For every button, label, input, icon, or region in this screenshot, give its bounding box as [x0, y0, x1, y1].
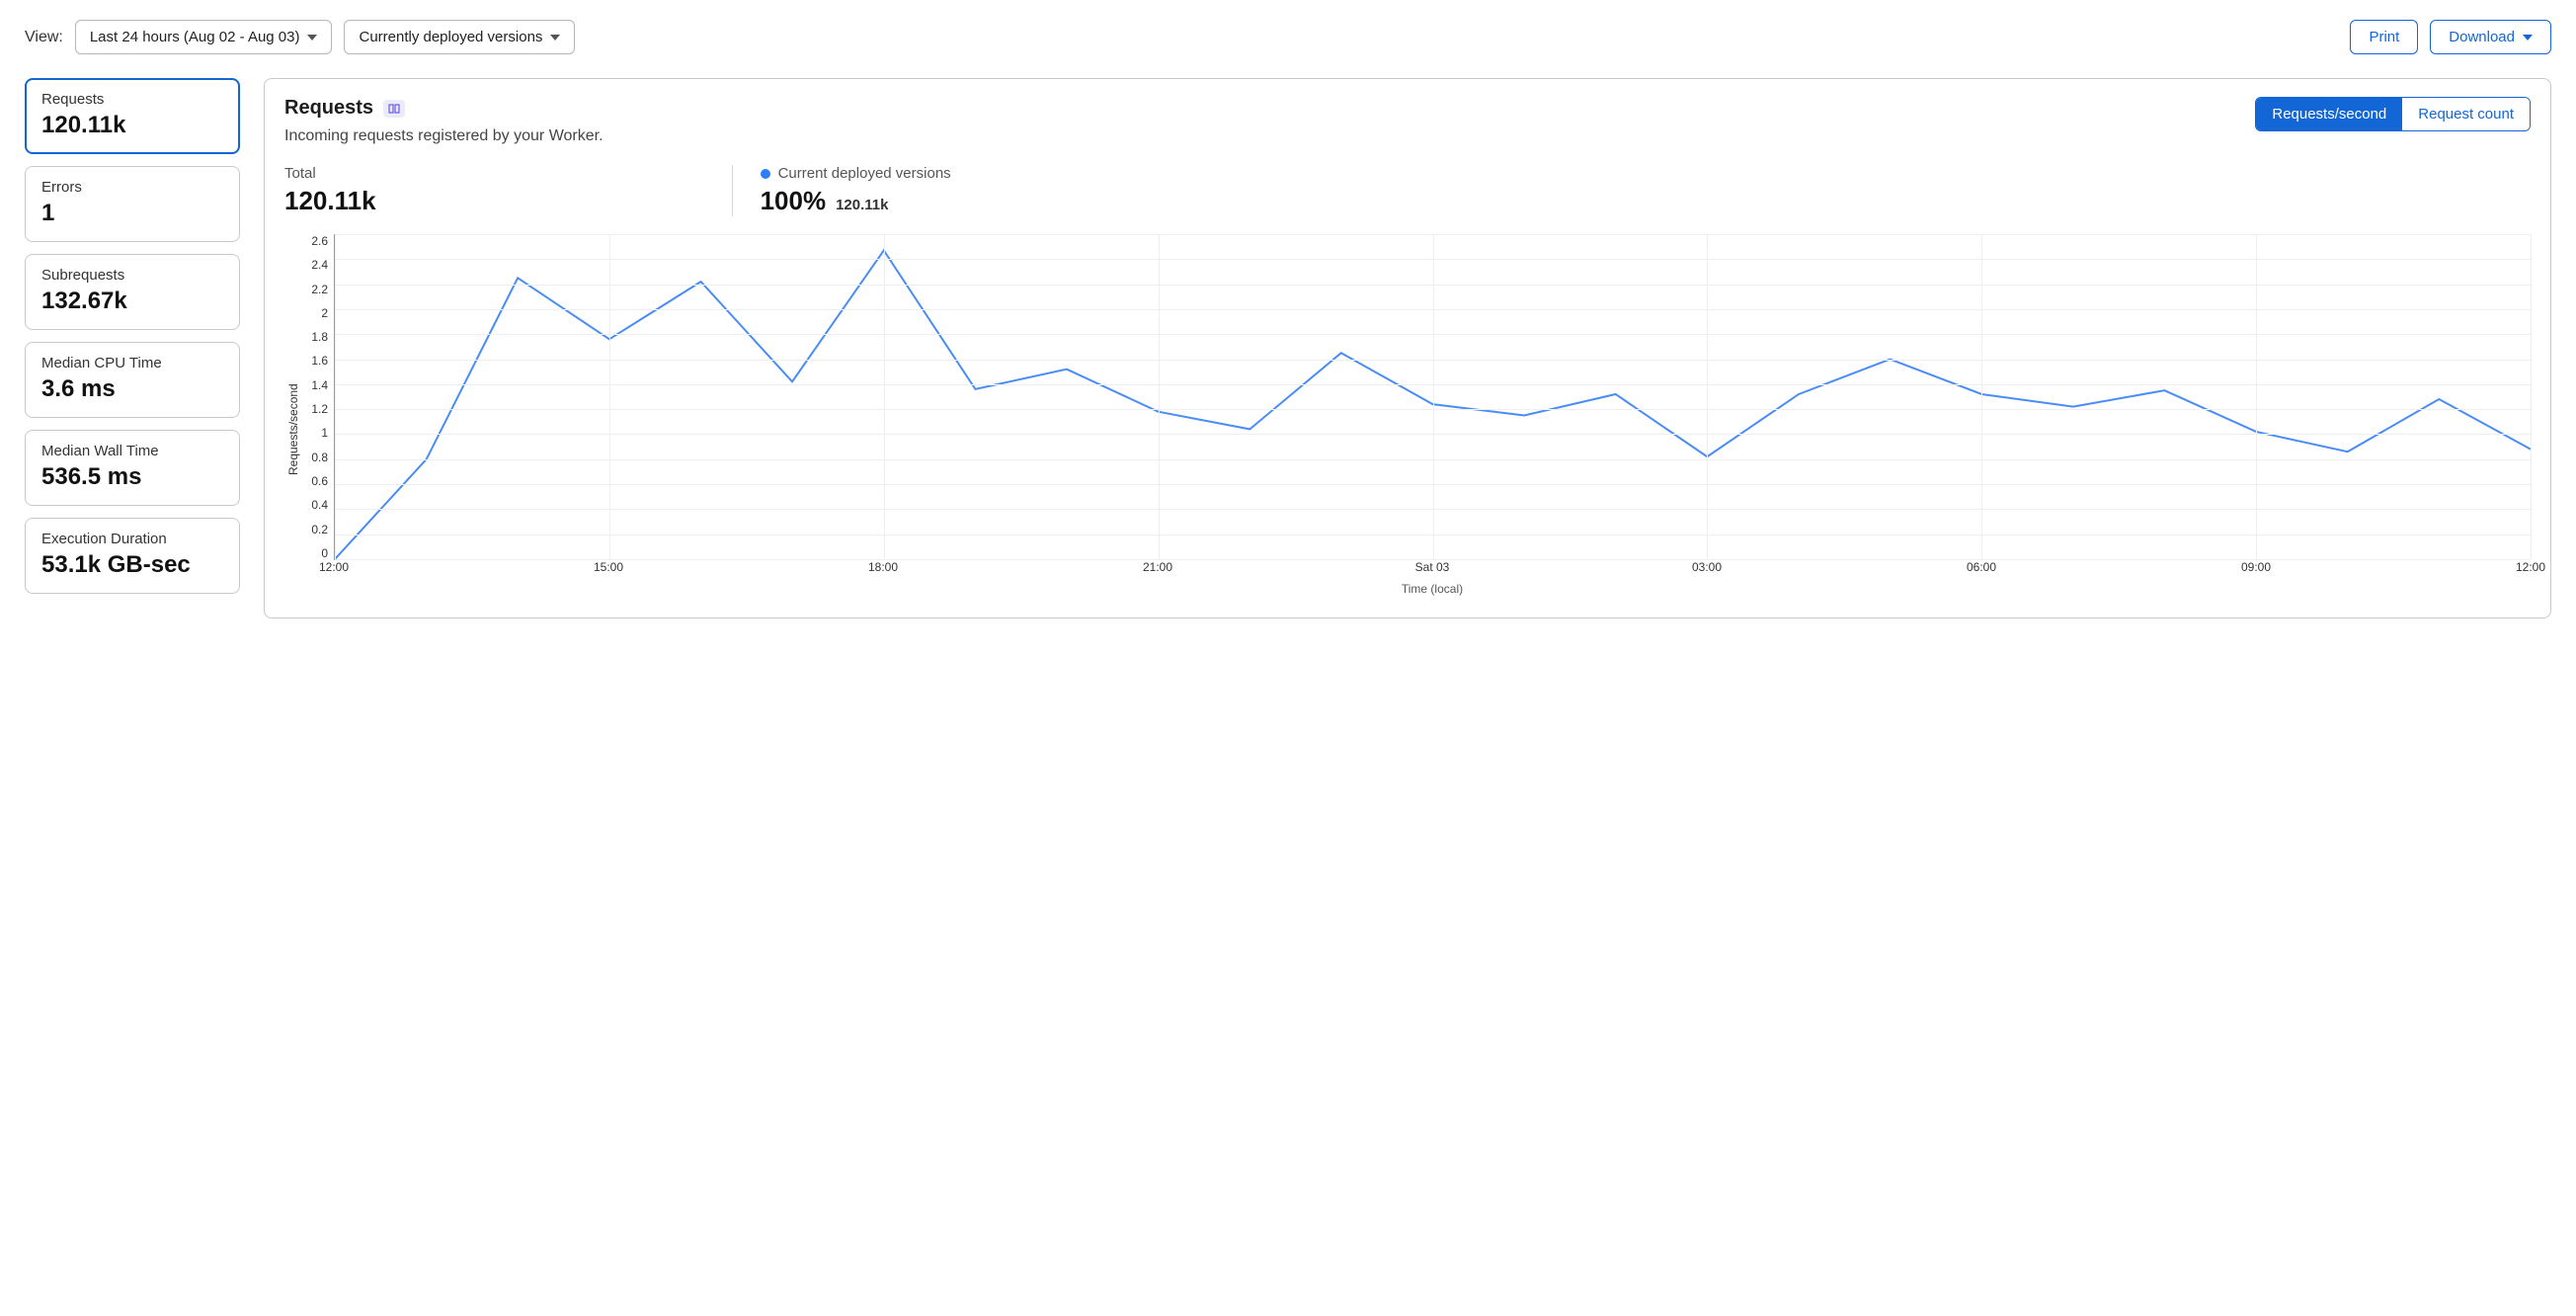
- panel-title: Requests: [284, 97, 373, 120]
- download-label: Download: [2449, 29, 2515, 45]
- card-value: 120.11k: [41, 112, 223, 139]
- main-layout: Requests 120.11k Errors 1 Subrequests 13…: [25, 78, 2551, 618]
- print-label: Print: [2369, 29, 2399, 45]
- deployed-label: Current deployed versions: [778, 165, 951, 182]
- top-bar-right: Print Download: [2350, 20, 2551, 54]
- main-panel: Requests Incoming requests registered by…: [264, 78, 2551, 618]
- card-label: Subrequests: [41, 267, 223, 284]
- card-requests[interactable]: Requests 120.11k: [25, 78, 240, 154]
- x-axis-title: Time (local): [334, 582, 2531, 596]
- chart-inner: 2.62.42.221.81.61.41.210.80.60.40.20 12:…: [300, 234, 2531, 596]
- card-label: Median CPU Time: [41, 355, 223, 371]
- panel-header: Requests Incoming requests registered by…: [284, 97, 2531, 165]
- card-value: 132.67k: [41, 288, 223, 315]
- y-axis-ticks: 2.62.42.221.81.61.41.210.80.60.40.20: [300, 234, 334, 560]
- card-label: Errors: [41, 179, 223, 196]
- versions-filter-text: Currently deployed versions: [359, 29, 542, 45]
- stat-label: Total: [284, 165, 376, 182]
- print-button[interactable]: Print: [2350, 20, 2418, 54]
- card-value: 536.5 ms: [41, 463, 223, 491]
- top-bar: View: Last 24 hours (Aug 02 - Aug 03) Cu…: [25, 20, 2551, 54]
- deployed-percent: 100%: [761, 186, 827, 216]
- versions-filter-select[interactable]: Currently deployed versions: [344, 20, 575, 54]
- card-label: Execution Duration: [41, 531, 223, 547]
- download-button[interactable]: Download: [2430, 20, 2551, 54]
- metrics-sidebar: Requests 120.11k Errors 1 Subrequests 13…: [25, 78, 240, 594]
- stat-deployed: Current deployed versions 100% 120.11k: [732, 165, 991, 216]
- chevron-down-icon: [307, 35, 317, 41]
- panel-header-left: Requests Incoming requests registered by…: [284, 97, 604, 165]
- chevron-down-icon: [550, 35, 560, 41]
- chevron-down-icon: [2523, 35, 2533, 41]
- legend-dot-icon: [761, 169, 770, 179]
- stat-value: 120.11k: [284, 186, 376, 216]
- chart: Requests/second 2.62.42.221.81.61.41.210…: [284, 234, 2531, 596]
- panel-title-row: Requests: [284, 97, 604, 120]
- stat-label: Current deployed versions: [761, 165, 951, 182]
- card-value: 53.1k GB-sec: [41, 551, 223, 579]
- deployed-count: 120.11k: [836, 197, 888, 213]
- card-errors[interactable]: Errors 1: [25, 166, 240, 242]
- stats-row: Total 120.11k Current deployed versions …: [284, 165, 2531, 216]
- stat-value-row: 100% 120.11k: [761, 186, 951, 216]
- card-median-cpu[interactable]: Median CPU Time 3.6 ms: [25, 342, 240, 418]
- card-value: 3.6 ms: [41, 375, 223, 403]
- card-subrequests[interactable]: Subrequests 132.67k: [25, 254, 240, 330]
- metric-toggle: Requests/second Request count: [2255, 97, 2531, 131]
- time-range-select[interactable]: Last 24 hours (Aug 02 - Aug 03): [75, 20, 333, 54]
- card-median-wall[interactable]: Median Wall Time 536.5 ms: [25, 430, 240, 506]
- x-axis-ticks: 12:0015:0018:0021:00Sat 0303:0006:0009:0…: [334, 560, 2531, 578]
- card-label: Median Wall Time: [41, 443, 223, 459]
- y-axis-title: Requests/second: [284, 234, 300, 596]
- toggle-requests-per-second[interactable]: Requests/second: [2256, 98, 2402, 130]
- toggle-request-count[interactable]: Request count: [2402, 98, 2530, 130]
- chart-area: 2.62.42.221.81.61.41.210.80.60.40.20: [300, 234, 2531, 560]
- card-value: 1: [41, 200, 223, 227]
- top-bar-left: View: Last 24 hours (Aug 02 - Aug 03) Cu…: [25, 20, 575, 54]
- card-exec-duration[interactable]: Execution Duration 53.1k GB-sec: [25, 518, 240, 594]
- stat-total: Total 120.11k: [284, 165, 416, 216]
- time-range-text: Last 24 hours (Aug 02 - Aug 03): [90, 29, 300, 45]
- card-label: Requests: [41, 91, 223, 108]
- view-label: View:: [25, 29, 63, 46]
- docs-icon[interactable]: [383, 100, 405, 118]
- panel-subtitle: Incoming requests registered by your Wor…: [284, 127, 604, 145]
- plot-area[interactable]: [334, 234, 2531, 560]
